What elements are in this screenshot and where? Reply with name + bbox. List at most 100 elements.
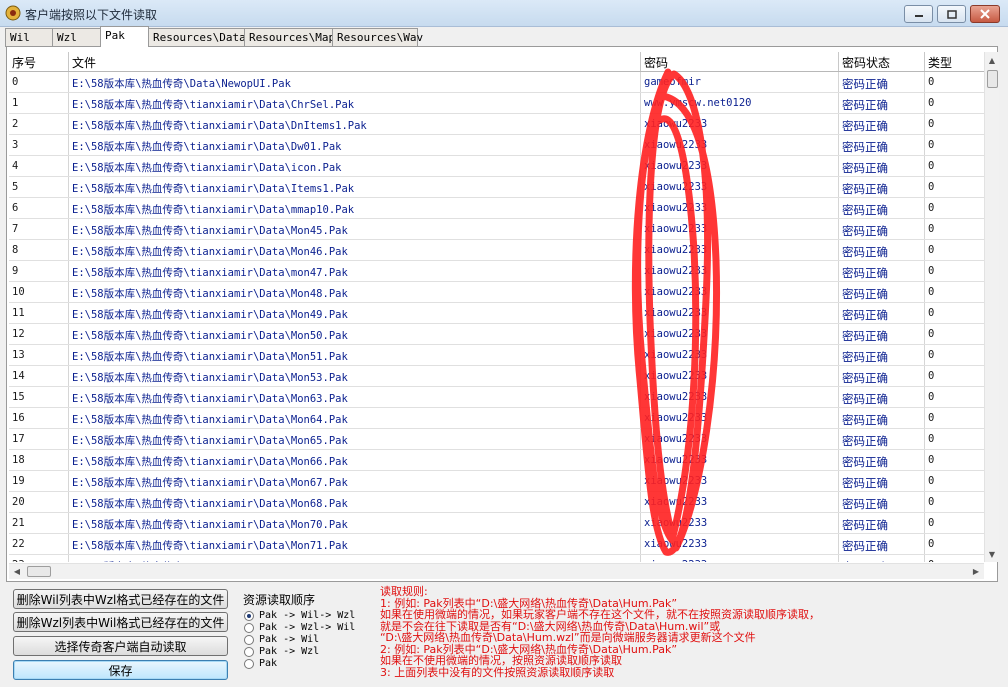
cell-password-status: 密码正确 [839, 492, 925, 512]
table-row[interactable]: 18 E:\58版本库\热血传奇\tianxiamir\Data\Mon66.Pa… [9, 450, 984, 471]
table-row[interactable]: 21 E:\58版本库\热血传奇\tianxiamir\Data\Mon70.Pa… [9, 513, 984, 534]
table-row[interactable]: 4 E:\58版本库\热血传奇\tianxiamir\Data\icon.Pak x… [9, 156, 984, 177]
radio-icon[interactable] [244, 622, 254, 633]
rules-line: 读取规则: [380, 585, 428, 598]
cell-type: 0 [928, 370, 935, 382]
table-row[interactable]: 3 E:\58版本库\热血传奇\tianxiamir\Data\Dw01.Pak x… [9, 135, 984, 156]
cell-type: 0 [928, 328, 935, 340]
table-row[interactable]: 5 E:\58版本库\热血传奇\tianxiamir\Data\Items1.Pa… [9, 177, 984, 198]
cell-password: xiaowu2233 [641, 387, 839, 407]
table-row[interactable]: 7 E:\58版本库\热血传奇\tianxiamir\Data\Mon45.Pak… [9, 219, 984, 240]
table-row[interactable]: 13 E:\58版本库\热血传奇\tianxiamir\Data\Mon51.Pa… [9, 345, 984, 366]
minimize-button[interactable] [904, 5, 933, 23]
scroll-left-icon[interactable]: ◀ [9, 564, 25, 579]
cell-file-path: E:\58版本库\热血传奇\tianxiamir\Data\Mon67.Pak [69, 471, 641, 491]
cell-password: xiaowu2233 [641, 282, 839, 302]
cell-index: 3 [9, 135, 69, 155]
cell-password: xiaowu2233 [641, 534, 839, 554]
read-order-option[interactable]: Pak [244, 658, 277, 669]
cell-type: 0 [928, 475, 935, 487]
radio-icon[interactable] [244, 646, 254, 657]
table-row[interactable]: 1 E:\58版本库\热血传奇\tianxiamir\Data\ChrSel.Pa… [9, 93, 984, 114]
column-header-index[interactable]: 序号 [9, 52, 69, 71]
table-row[interactable]: 8 E:\58版本库\热血传奇\tianxiamir\Data\Mon46.Pak… [9, 240, 984, 261]
radio-icon[interactable] [244, 634, 254, 645]
tab-wil[interactable]: Wil [5, 28, 53, 47]
table-row[interactable]: 0 E:\58版本库\热血传奇\Data\NewopUI.Pak gameofmir… [9, 72, 984, 93]
cell-type: 0 [928, 391, 935, 403]
cell-file-path: E:\58版本库\热血传奇\tianxiamir\Data\Mon49.Pak [69, 303, 641, 323]
table-row[interactable]: 17 E:\58版本库\热血传奇\tianxiamir\Data\Mon65.Pa… [9, 429, 984, 450]
close-button[interactable] [970, 5, 1000, 23]
maximize-button[interactable] [937, 5, 966, 23]
auto-read-client-button[interactable]: 选择传奇客户端自动读取 [13, 636, 228, 656]
delete-wil-duplicates-button[interactable]: 删除Wil列表中Wzl格式已经存在的文件 [13, 589, 228, 609]
table-row[interactable]: 23E:\58版本库\热血传奇\tianxiamir\Data\Mon72.Pa… [9, 555, 984, 562]
read-order-option[interactable]: Pak -> Wil-> Wzl [244, 610, 355, 621]
tab-pak[interactable]: Pak [100, 26, 149, 47]
table-row[interactable]: 11 E:\58版本库\热血传奇\tianxiamir\Data\Mon49.Pa… [9, 303, 984, 324]
table-row[interactable]: 20 E:\58版本库\热血传奇\tianxiamir\Data\Mon68.Pa… [9, 492, 984, 513]
table-row[interactable]: 16 E:\58版本库\热血传奇\tianxiamir\Data\Mon64.Pa… [9, 408, 984, 429]
tab-resources-data[interactable]: Resources\Data [148, 28, 246, 47]
tab-wzl[interactable]: Wzl [52, 28, 101, 47]
horizontal-scrollbar[interactable]: ◀ ▶ [9, 563, 984, 579]
read-order-option[interactable]: Pak -> Wzl-> Wil [244, 622, 355, 633]
save-button[interactable]: 保存 [13, 660, 228, 680]
table-row[interactable]: 6 E:\58版本库\热血传奇\tianxiamir\Data\mmap10.Pa… [9, 198, 984, 219]
radio-selected-icon[interactable] [244, 610, 254, 621]
cell-type: 0 [928, 244, 935, 256]
radio-icon[interactable] [244, 658, 254, 669]
cell-file-path: E:\58版本库\热血传奇\tianxiamir\Data\Mon46.Pak [69, 240, 641, 260]
tab-panel: 序号 文件 密码 密码状态 类型 0 E:\58版本库\热血传奇\Data\New… [6, 46, 999, 582]
file-table[interactable]: 序号 文件 密码 密码状态 类型 0 E:\58版本库\热血传奇\Data\New… [9, 52, 984, 562]
scroll-down-icon[interactable]: ▼ [985, 546, 999, 562]
table-row[interactable]: 10 E:\58版本库\热血传奇\tianxiamir\Data\Mon48.Pa… [9, 282, 984, 303]
vertical-scroll-thumb[interactable] [987, 70, 998, 88]
cell-index: 14 [9, 366, 69, 386]
read-order-option[interactable]: Pak -> Wil [244, 634, 319, 645]
cell-index: 6 [9, 198, 69, 218]
tab-resources-map[interactable]: Resources\Map [244, 28, 335, 47]
cell-password: xiaowu2233 [641, 114, 839, 134]
table-row[interactable]: 15 E:\58版本库\热血传奇\tianxiamir\Data\Mon63.Pa… [9, 387, 984, 408]
cell-file-path: E:\58版本库\热血传奇\tianxiamir\Data\ChrSel.Pak [69, 93, 641, 113]
cell-index: 17 [9, 429, 69, 449]
cell-password-status: 密码正确 [839, 513, 925, 533]
column-header-password[interactable]: 密码 [641, 52, 839, 71]
cell-password: xiaowu2233 [641, 408, 839, 428]
column-header-file[interactable]: 文件 [69, 52, 641, 71]
column-header-type[interactable]: 类型 [925, 52, 984, 71]
table-row[interactable]: 12 E:\58版本库\热血传奇\tianxiamir\Data\Mon50.Pa… [9, 324, 984, 345]
table-row[interactable]: 19 E:\58版本库\热血传奇\tianxiamir\Data\Mon67.Pa… [9, 471, 984, 492]
horizontal-scroll-thumb[interactable] [27, 566, 51, 577]
vertical-scrollbar[interactable]: ▲ ▼ [984, 52, 999, 562]
cell-password-status: 密码正确 [839, 72, 925, 92]
cell-type: 0 [928, 160, 935, 172]
cell-password-status: 密码正确 [839, 240, 925, 260]
table-row[interactable]: 9 E:\58版本库\热血传奇\tianxiamir\Data\mon47.Pak… [9, 261, 984, 282]
tab-resources-wav[interactable]: Resources\Wav [332, 28, 423, 47]
delete-wzl-duplicates-button[interactable]: 删除Wzl列表中Wil格式已经存在的文件 [13, 612, 228, 632]
column-header-password-status[interactable]: 密码状态 [839, 52, 925, 71]
read-order-option[interactable]: Pak -> Wzl [244, 646, 319, 657]
cell-type: 0 [928, 265, 935, 277]
cell-password: xiaowu2233 [641, 135, 839, 155]
cell-index: 7 [9, 219, 69, 239]
cell-password-status: 密码正确 [839, 345, 925, 365]
cell-password-status: 密码正确 [839, 450, 925, 470]
cell-password-status: 密码正确 [839, 93, 925, 113]
cell-password-status: 密码正确 [839, 282, 925, 302]
cell-index: 2 [9, 114, 69, 134]
table-row[interactable]: 22 E:\58版本库\热血传奇\tianxiamir\Data\Mon71.Pa… [9, 534, 984, 555]
cell-file-path: E:\58版本库\热血传奇\tianxiamir\Data\Mon63.Pak [69, 387, 641, 407]
cell-index: 10 [9, 282, 69, 302]
table-row[interactable]: 2 E:\58版本库\热血传奇\tianxiamir\Data\DnItems1.… [9, 114, 984, 135]
scroll-up-icon[interactable]: ▲ [985, 52, 999, 68]
cell-index: 16 [9, 408, 69, 428]
cell-index: 21 [9, 513, 69, 533]
cell-password: xiaowu2233 [641, 156, 839, 176]
scroll-right-icon[interactable]: ▶ [968, 564, 984, 579]
cell-password: xiaowu2233 [641, 198, 839, 218]
table-row[interactable]: 14 E:\58版本库\热血传奇\tianxiamir\Data\Mon53.Pa… [9, 366, 984, 387]
